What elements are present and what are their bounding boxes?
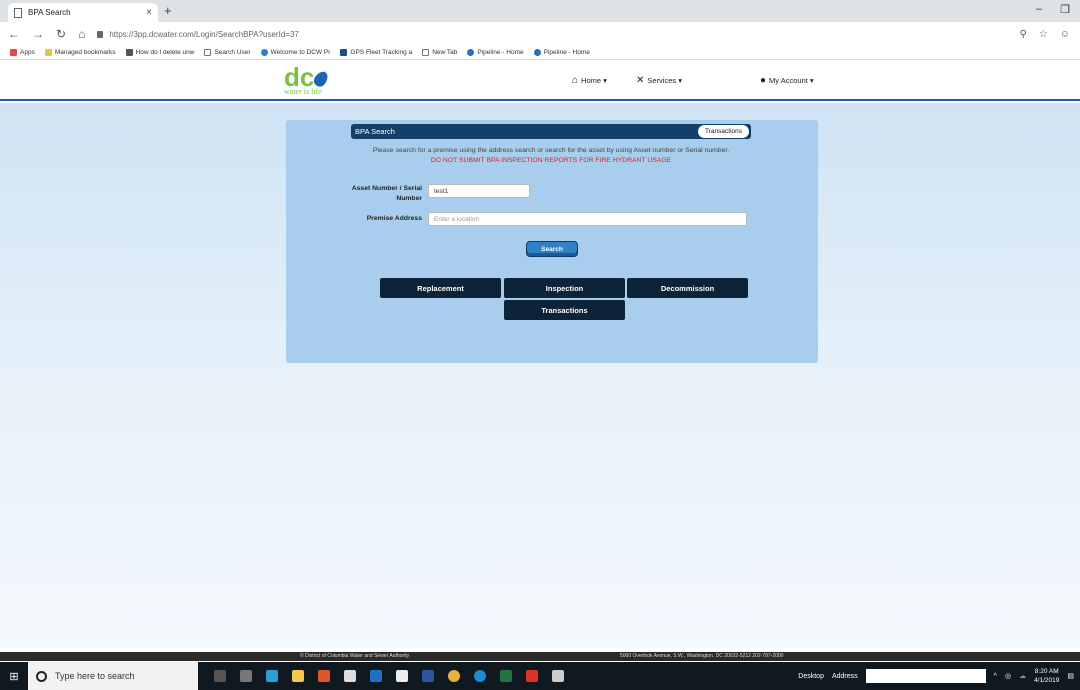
task-view-icon[interactable]	[240, 670, 252, 682]
desktop-toolbar-label[interactable]: Desktop	[798, 673, 824, 680]
network-icon[interactable]: ◎	[1005, 672, 1011, 680]
app-icon[interactable]	[266, 670, 278, 682]
address-row: ← → ↻ ⌂ https://3pp.dcwater.com/Login/Se…	[0, 22, 1080, 46]
bookmarks-bar: Apps Managed bookmarks How do I delete u…	[0, 46, 1080, 60]
asset-number-input[interactable]	[428, 184, 530, 198]
word-icon[interactable]	[422, 670, 434, 682]
house-icon: ⌂	[572, 75, 579, 86]
bookmark-managed[interactable]: Managed bookmarks	[44, 49, 116, 56]
bookmark-apps[interactable]: Apps	[10, 49, 35, 56]
page-icon	[14, 7, 22, 18]
bpa-search-panel: BPA Search Transactions Please search fo…	[286, 120, 818, 363]
apps-grid-icon	[10, 49, 17, 56]
zoom-icon[interactable]: ⚲	[1019, 29, 1026, 40]
tab-title: BPA Search	[28, 8, 71, 17]
search-button[interactable]: Search	[526, 241, 578, 257]
window-controls: – ❐	[1036, 3, 1070, 16]
page-icon	[204, 49, 212, 56]
dc-water-logo[interactable]: dc water is life	[284, 64, 344, 99]
user-icon: ●	[760, 75, 767, 86]
asset-number-label: Asset Number / Serial Number	[351, 185, 422, 202]
file-explorer-icon[interactable]	[292, 670, 304, 682]
premise-address-input[interactable]	[428, 212, 747, 226]
bookmark-favicon-icon	[125, 49, 133, 56]
browser-tab[interactable]: BPA Search ×	[8, 3, 158, 22]
forward-icon[interactable]: →	[32, 27, 44, 41]
panel-title: BPA Search	[355, 127, 395, 136]
inspection-button[interactable]: Inspection	[504, 278, 625, 298]
system-tray: Desktop Address ^ ◎ ☁ 8:20 AM 4/1/2019 ▤	[798, 662, 1074, 690]
page-icon	[422, 49, 430, 56]
system-clock[interactable]: 8:20 AM 4/1/2019	[1034, 667, 1059, 685]
profile-icon[interactable]: ☺	[1060, 29, 1070, 40]
page-body: BPA Search Transactions Please search fo…	[0, 103, 1080, 648]
bookmark-item[interactable]: GPS Fleet Tracking a	[340, 49, 412, 56]
panel-header: BPA Search Transactions	[351, 124, 751, 139]
site-header: dc water is life ⌂ Home ▾ ✕ Services ▾ ●…	[0, 61, 1080, 101]
back-icon[interactable]: ←	[8, 27, 20, 41]
tray-arrow-icon[interactable]: ^	[994, 673, 997, 680]
bookmark-item[interactable]: Pipeline - Home	[533, 49, 590, 56]
acrobat-icon[interactable]	[526, 670, 538, 682]
microphone-icon[interactable]	[214, 670, 226, 682]
water-drop-icon	[311, 69, 331, 89]
instructions: Please search for a premise using the ad…	[351, 146, 751, 166]
bookmark-item[interactable]: Welcome to DCW Pr	[260, 49, 330, 56]
warning-text: DO NOT SUBMIT BPA INSPECTION REPORTS FOR…	[430, 157, 672, 164]
url-bar[interactable]: https://3pp.dcwater.com/Login/SearchBPA?…	[97, 30, 299, 39]
minimize-icon[interactable]: –	[1036, 3, 1042, 16]
bookmark-favicon-icon	[260, 49, 268, 56]
folder-icon	[44, 49, 52, 56]
premise-address-label: Premise Address	[366, 215, 422, 222]
replacement-button[interactable]: Replacement	[380, 278, 501, 298]
bookmark-favicon-icon	[340, 49, 348, 56]
info-text: Please search for a premise using the ad…	[372, 147, 730, 154]
amazon-icon[interactable]	[396, 670, 408, 682]
bookmark-item[interactable]: Pipeline - Home	[467, 49, 524, 56]
edge-icon[interactable]	[474, 670, 486, 682]
bookmark-item[interactable]: Search User	[204, 49, 251, 56]
cortana-icon	[36, 670, 47, 682]
office-icon[interactable]	[318, 670, 330, 682]
footer-address: 5000 Overlook Avenue, S.W., Washington, …	[620, 653, 784, 659]
chrome-icon[interactable]	[448, 670, 460, 682]
photos-icon[interactable]	[552, 670, 564, 682]
restore-icon[interactable]: ❐	[1060, 3, 1070, 16]
site-footer: © District of Columbia Water and Sewer A…	[0, 652, 1080, 661]
browser-tabstrip: BPA Search × + – ❐	[0, 0, 1080, 22]
transactions-pill-button[interactable]: Transactions	[698, 125, 749, 138]
tools-icon: ✕	[636, 75, 645, 86]
url-text: https://3pp.dcwater.com/Login/SearchBPA?…	[109, 29, 299, 39]
bookmark-favicon-icon	[467, 49, 475, 56]
bookmark-item[interactable]: New Tab	[422, 49, 457, 56]
windows-start-icon[interactable]: ⊞	[0, 662, 28, 690]
close-tab-icon[interactable]: ×	[146, 7, 152, 18]
transactions-button[interactable]: Transactions	[504, 300, 625, 320]
taskbar-address-input[interactable]	[865, 669, 986, 683]
nav-account[interactable]: ● My Account ▾	[760, 75, 814, 86]
taskbar-app-icons	[214, 670, 564, 682]
address-toolbar-label: Address	[831, 672, 858, 680]
lock-icon	[97, 30, 104, 38]
bookmark-favicon-icon	[533, 49, 541, 56]
camera-icon[interactable]	[344, 670, 356, 682]
nav-services[interactable]: ✕ Services ▾	[636, 75, 682, 86]
notifications-icon[interactable]: ▤	[1067, 672, 1074, 680]
reload-icon[interactable]: ↻	[56, 27, 66, 41]
footer-copyright: © District of Columbia Water and Sewer A…	[300, 653, 410, 659]
home-icon[interactable]: ⌂	[78, 27, 85, 41]
onedrive-icon[interactable]: ☁	[1019, 672, 1026, 680]
windows-taskbar: ⊞ Type here to search Desktop Address ^ …	[0, 662, 1080, 690]
new-tab-button[interactable]: +	[164, 3, 172, 18]
decommission-button[interactable]: Decommission	[627, 278, 748, 298]
star-icon[interactable]: ☆	[1039, 29, 1048, 40]
nav-home[interactable]: ⌂ Home ▾	[572, 75, 607, 86]
taskbar-search-box[interactable]: Type here to search	[28, 662, 198, 690]
excel-icon[interactable]	[500, 670, 512, 682]
outlook-icon[interactable]	[370, 670, 382, 682]
bookmark-item[interactable]: How do I delete unw	[125, 49, 194, 56]
